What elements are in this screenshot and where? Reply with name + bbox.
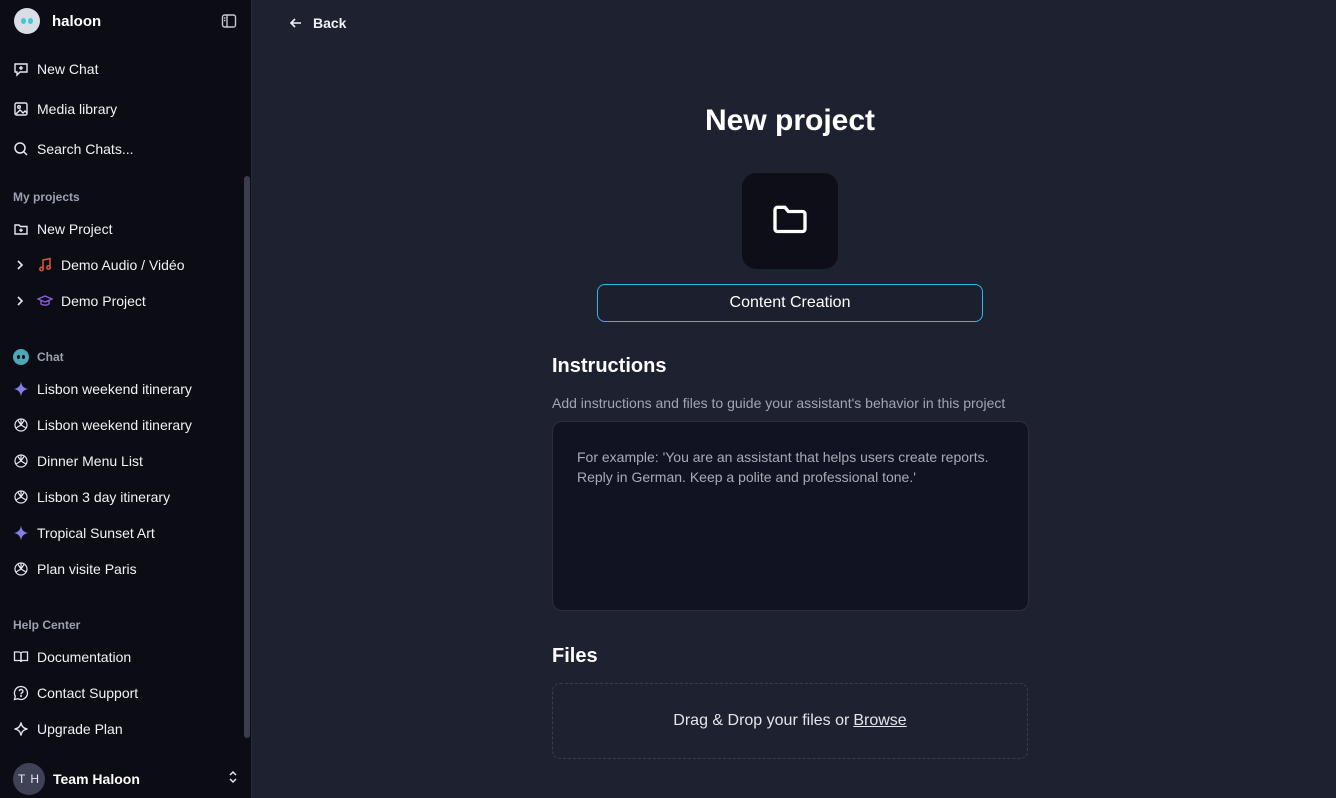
chat-item[interactable]: Dinner Menu List bbox=[13, 449, 143, 473]
sidebar-scrollbar[interactable] bbox=[244, 176, 250, 738]
file-dropzone[interactable]: Drag & Drop your files or Browse bbox=[552, 683, 1028, 759]
project-item-demo-audio[interactable]: Demo Audio / Vidéo bbox=[13, 253, 185, 277]
project-item-label: Demo Audio / Vidéo bbox=[61, 257, 185, 273]
chat-item-label: Lisbon weekend itinerary bbox=[37, 417, 192, 433]
new-chat-button[interactable]: New Chat bbox=[13, 57, 98, 81]
dropzone-text: Drag & Drop your files or bbox=[673, 712, 850, 729]
help-center-heading: Help Center bbox=[13, 618, 81, 632]
instructions-description: Add instructions and files to guide your… bbox=[552, 395, 1006, 411]
book-open-icon bbox=[13, 649, 29, 665]
haloon-chat-icon bbox=[13, 349, 29, 365]
avatar: T H bbox=[13, 763, 45, 795]
chat-heading-label: Chat bbox=[37, 350, 64, 364]
chat-item-label: Tropical Sunset Art bbox=[37, 525, 155, 541]
upgrade-plan-label: Upgrade Plan bbox=[37, 721, 123, 737]
search-icon bbox=[13, 141, 29, 157]
openai-icon bbox=[13, 417, 29, 433]
sparkle-outline-icon bbox=[13, 721, 29, 737]
back-button[interactable]: Back bbox=[289, 13, 346, 33]
chevron-right-icon[interactable] bbox=[13, 258, 27, 272]
chat-item-label: Lisbon 3 day itinerary bbox=[37, 489, 171, 505]
chat-item[interactable]: Tropical Sunset Art bbox=[13, 521, 155, 545]
contact-support-label: Contact Support bbox=[37, 685, 139, 701]
brand[interactable]: haloon bbox=[14, 8, 101, 34]
openai-icon bbox=[13, 561, 29, 577]
chat-item[interactable]: Plan visite Paris bbox=[13, 557, 137, 581]
documentation-link[interactable]: Documentation bbox=[13, 645, 131, 669]
sparkle-icon bbox=[13, 525, 29, 541]
message-plus-icon bbox=[13, 61, 29, 77]
sidebar: haloon New Chat Media library Search Cha… bbox=[0, 0, 252, 798]
instructions-textarea[interactable] bbox=[552, 421, 1029, 611]
project-item-label: Demo Project bbox=[61, 293, 146, 309]
chat-item[interactable]: Lisbon 3 day itinerary bbox=[13, 485, 170, 509]
instructions-heading: Instructions bbox=[552, 355, 667, 377]
my-projects-heading: My projects bbox=[13, 190, 80, 204]
brand-name: haloon bbox=[52, 12, 102, 30]
media-library-label: Media library bbox=[37, 101, 118, 117]
search-chats-button[interactable]: Search Chats... bbox=[13, 137, 134, 161]
files-heading: Files bbox=[552, 645, 598, 667]
chevron-up-down-icon bbox=[227, 770, 239, 789]
arrow-left-icon bbox=[289, 16, 303, 30]
project-name-input[interactable] bbox=[597, 284, 983, 322]
sidebar-toggle-icon[interactable] bbox=[221, 13, 237, 29]
chat-item-label: Dinner Menu List bbox=[37, 453, 143, 469]
chat-item[interactable]: Lisbon weekend itinerary bbox=[13, 413, 192, 437]
sparkle-icon bbox=[13, 381, 29, 397]
back-label: Back bbox=[313, 15, 347, 31]
new-project-label: New Project bbox=[37, 221, 113, 237]
new-chat-label: New Chat bbox=[37, 61, 99, 77]
documentation-label: Documentation bbox=[37, 649, 132, 665]
browse-link[interactable]: Browse bbox=[853, 712, 906, 730]
music-note-icon bbox=[37, 257, 53, 273]
chat-section-heading: Chat bbox=[13, 348, 64, 366]
folder-icon bbox=[770, 199, 810, 244]
new-project-button[interactable]: New Project bbox=[13, 217, 112, 241]
chat-item-label: Plan visite Paris bbox=[37, 561, 137, 577]
chat-item[interactable]: Lisbon weekend itinerary bbox=[13, 377, 192, 401]
user-name: Team Haloon bbox=[53, 771, 140, 787]
folder-plus-icon bbox=[13, 221, 29, 237]
contact-support-link[interactable]: Contact Support bbox=[13, 681, 138, 705]
upgrade-plan-link[interactable]: Upgrade Plan bbox=[13, 717, 123, 741]
media-library-button[interactable]: Media library bbox=[13, 97, 117, 121]
page-title: New project bbox=[704, 104, 876, 137]
chat-item-label: Lisbon weekend itinerary bbox=[37, 381, 192, 397]
openai-icon bbox=[13, 489, 29, 505]
search-chats-label: Search Chats... bbox=[37, 141, 134, 157]
user-menu[interactable]: T H Team Haloon bbox=[13, 763, 239, 795]
project-item-demo-project[interactable]: Demo Project bbox=[13, 289, 146, 313]
help-circle-icon bbox=[13, 685, 29, 701]
haloon-logo-icon bbox=[14, 8, 40, 34]
project-icon-picker[interactable] bbox=[742, 173, 838, 269]
chevron-right-icon[interactable] bbox=[13, 294, 27, 308]
graduation-cap-icon bbox=[37, 293, 53, 309]
image-icon bbox=[13, 101, 29, 117]
openai-icon bbox=[13, 453, 29, 469]
